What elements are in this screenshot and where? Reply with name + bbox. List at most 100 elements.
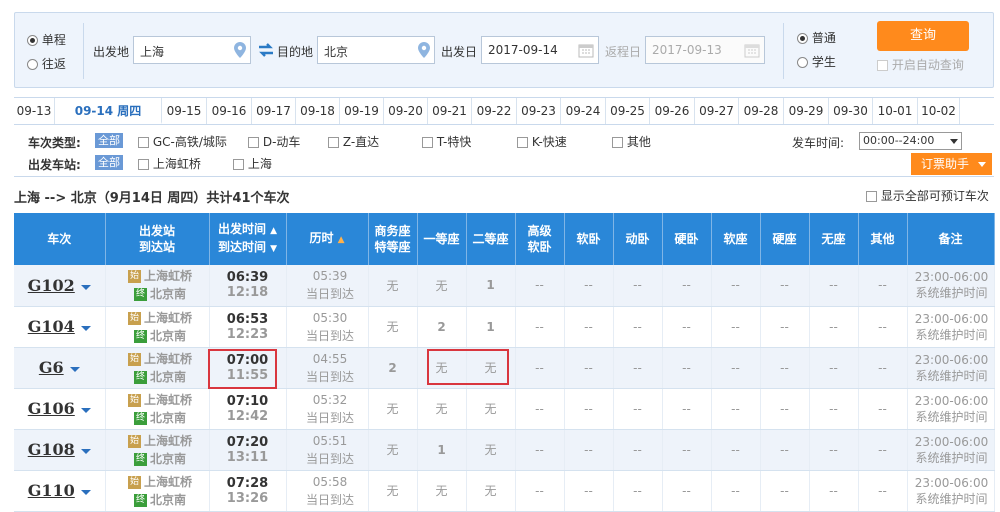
date-input[interactable]: 2017-09-14 <box>481 36 599 64</box>
depart-time-select[interactable]: 00:00--24:00 <box>859 132 962 150</box>
seat-dash: -- <box>711 347 761 389</box>
chevron-down-icon[interactable] <box>80 449 91 454</box>
seat-business[interactable]: 2 <box>368 347 418 389</box>
from-station: 上海虹桥 <box>143 269 192 284</box>
divider <box>783 23 784 79</box>
date-tab[interactable]: 10-01 <box>873 98 918 124</box>
seat-first[interactable]: 2 <box>417 306 467 348</box>
sort-up-icon: ▲ <box>270 226 278 236</box>
seat-first[interactable]: 无 <box>417 265 467 307</box>
from-input[interactable]: 上海 <box>133 36 251 64</box>
train-type-checkbox[interactable]: Z-直达 <box>328 133 379 150</box>
seat-second[interactable]: 无 <box>466 429 516 471</box>
table-row[interactable]: G108 始上海虹桥终北京南 07:20 13:11 05:51 当日到达无 1 无 -- -- -… <box>14 429 995 471</box>
depart-time: 07:10 <box>226 393 269 409</box>
chevron-down-icon[interactable] <box>80 490 91 495</box>
date-tab[interactable]: 09-14 周四 <box>55 98 162 124</box>
ticket-type-student-radio[interactable]: 学生 <box>797 53 836 70</box>
seat-business[interactable]: 无 <box>368 388 418 430</box>
return-date-input[interactable]: 2017-09-13 <box>645 36 765 64</box>
remark-cell: 23:00-06:00系统维护时间 <box>907 306 995 348</box>
train-type-checkbox[interactable]: K-快速 <box>517 133 567 150</box>
ticket-type-normal-radio[interactable]: 普通 <box>797 29 836 46</box>
col-time[interactable]: 出发时间 ▲ 到达时间 ▼ <box>209 213 287 265</box>
train-type-checkbox[interactable]: 其他 <box>612 133 651 150</box>
seat-first[interactable]: 无 <box>417 388 467 430</box>
train-number-link[interactable]: G108 <box>28 440 75 459</box>
chevron-down-icon[interactable] <box>80 326 91 331</box>
chevron-down-icon[interactable] <box>69 367 80 372</box>
seat-dash: -- <box>760 429 810 471</box>
date-tab[interactable]: 10-02 <box>918 98 960 124</box>
chevron-down-icon[interactable] <box>80 284 91 290</box>
seat-business[interactable]: 无 <box>368 470 418 512</box>
station-checkbox-shanghai-hongqiao[interactable]: 上海虹桥 <box>138 155 201 172</box>
start-station-icon: 始 <box>127 352 141 366</box>
table-row[interactable]: G110 始上海虹桥终北京南 07:28 13:26 05:58 当日到达无无无 -- -- -… <box>14 470 995 512</box>
date-tab[interactable]: 09-16 <box>207 98 252 124</box>
to-input[interactable]: 北京 <box>317 36 435 64</box>
date-tab[interactable]: 09-21 <box>428 98 472 124</box>
seat-first[interactable]: 无 <box>417 470 467 512</box>
train-type-checkbox[interactable]: T-特快 <box>422 133 471 150</box>
to-station: 北京南 <box>149 369 186 384</box>
trip-one-way-radio[interactable]: 单程 <box>27 31 66 48</box>
train-type-checkbox[interactable]: D-动车 <box>248 133 300 150</box>
date-tab[interactable]: 09-28 <box>739 98 784 124</box>
seat-second[interactable]: 1 <box>466 306 516 348</box>
train-number-link[interactable]: G102 <box>28 276 75 295</box>
train-number-link[interactable]: G110 <box>28 481 75 500</box>
query-button[interactable]: 查询 <box>877 21 969 51</box>
col-duration[interactable]: 历时 ▲ <box>286 213 369 265</box>
show-all-checkbox[interactable]: 显示全部可预订车次 <box>866 187 989 204</box>
date-tab[interactable]: 09-29 <box>784 98 829 124</box>
chevron-down-icon[interactable] <box>80 408 91 413</box>
booking-helper-button[interactable]: 订票助手 <box>911 153 992 175</box>
seat-second[interactable]: 1 <box>466 265 516 307</box>
train-number-link[interactable]: G104 <box>28 317 75 336</box>
date-tab[interactable]: 09-26 <box>650 98 695 124</box>
seat-business[interactable]: 无 <box>368 265 418 307</box>
swap-icon[interactable] <box>258 43 274 57</box>
train-type-all-tag[interactable]: 全部 <box>95 133 123 148</box>
seat-dash: -- <box>564 265 614 307</box>
seat-dash: -- <box>711 306 761 348</box>
seat-business[interactable]: 无 <box>368 306 418 348</box>
trip-round-radio[interactable]: 往返 <box>27 55 66 72</box>
date-tab[interactable]: 09-15 <box>162 98 207 124</box>
auto-query-label: 开启自动查询 <box>891 58 964 72</box>
date-tab[interactable]: 09-20 <box>384 98 428 124</box>
col-business-top: 商务座 <box>374 224 411 238</box>
auto-query-checkbox[interactable]: 开启自动查询 <box>877 56 964 73</box>
station-checkbox-shanghai[interactable]: 上海 <box>233 155 272 172</box>
seat-dash: -- <box>858 429 908 471</box>
date-tab[interactable]: 09-23 <box>517 98 561 124</box>
seat-first[interactable]: 1 <box>417 429 467 471</box>
col-soft-sleeper: 软卧 <box>564 213 614 265</box>
seat-second[interactable]: 无 <box>466 388 516 430</box>
col-other: 其他 <box>858 213 908 265</box>
col-hard-seat: 硬座 <box>760 213 810 265</box>
table-row[interactable]: G104 始上海虹桥终北京南 06:53 12:23 05:30 当日到达无 2 1 -- -- -… <box>14 306 995 348</box>
date-tab[interactable]: 09-24 <box>561 98 606 124</box>
station-cell: 始上海虹桥终北京南 <box>105 265 210 307</box>
table-row[interactable]: G102 始上海虹桥终北京南 06:39 12:18 05:39 当日到达无无 1 -- -- -… <box>14 265 995 307</box>
train-number-link[interactable]: G106 <box>28 399 75 418</box>
date-tab[interactable]: 09-25 <box>606 98 650 124</box>
date-tab[interactable]: 09-30 <box>829 98 873 124</box>
to-station: 北京南 <box>149 328 186 343</box>
date-tab[interactable]: 09-17 <box>252 98 296 124</box>
seat-business[interactable]: 无 <box>368 429 418 471</box>
date-tab[interactable]: 09-27 <box>695 98 739 124</box>
seat-second[interactable]: 无 <box>466 470 516 512</box>
station-all-tag[interactable]: 全部 <box>95 155 123 170</box>
date-tab[interactable]: 09-18 <box>296 98 340 124</box>
date-tab[interactable]: 09-19 <box>340 98 384 124</box>
remark-cell: 23:00-06:00系统维护时间 <box>907 347 995 389</box>
table-row[interactable]: G106 始上海虹桥终北京南 07:10 12:42 05:32 当日到达无无无 -- -- -… <box>14 388 995 430</box>
date-tab[interactable]: 09-22 <box>472 98 517 124</box>
train-type-checkbox[interactable]: GC-高铁/城际 <box>138 133 227 150</box>
date-tab[interactable]: 09-13 <box>14 98 55 124</box>
train-number-link[interactable]: G6 <box>39 358 64 377</box>
duration: 05:30 <box>312 310 348 325</box>
